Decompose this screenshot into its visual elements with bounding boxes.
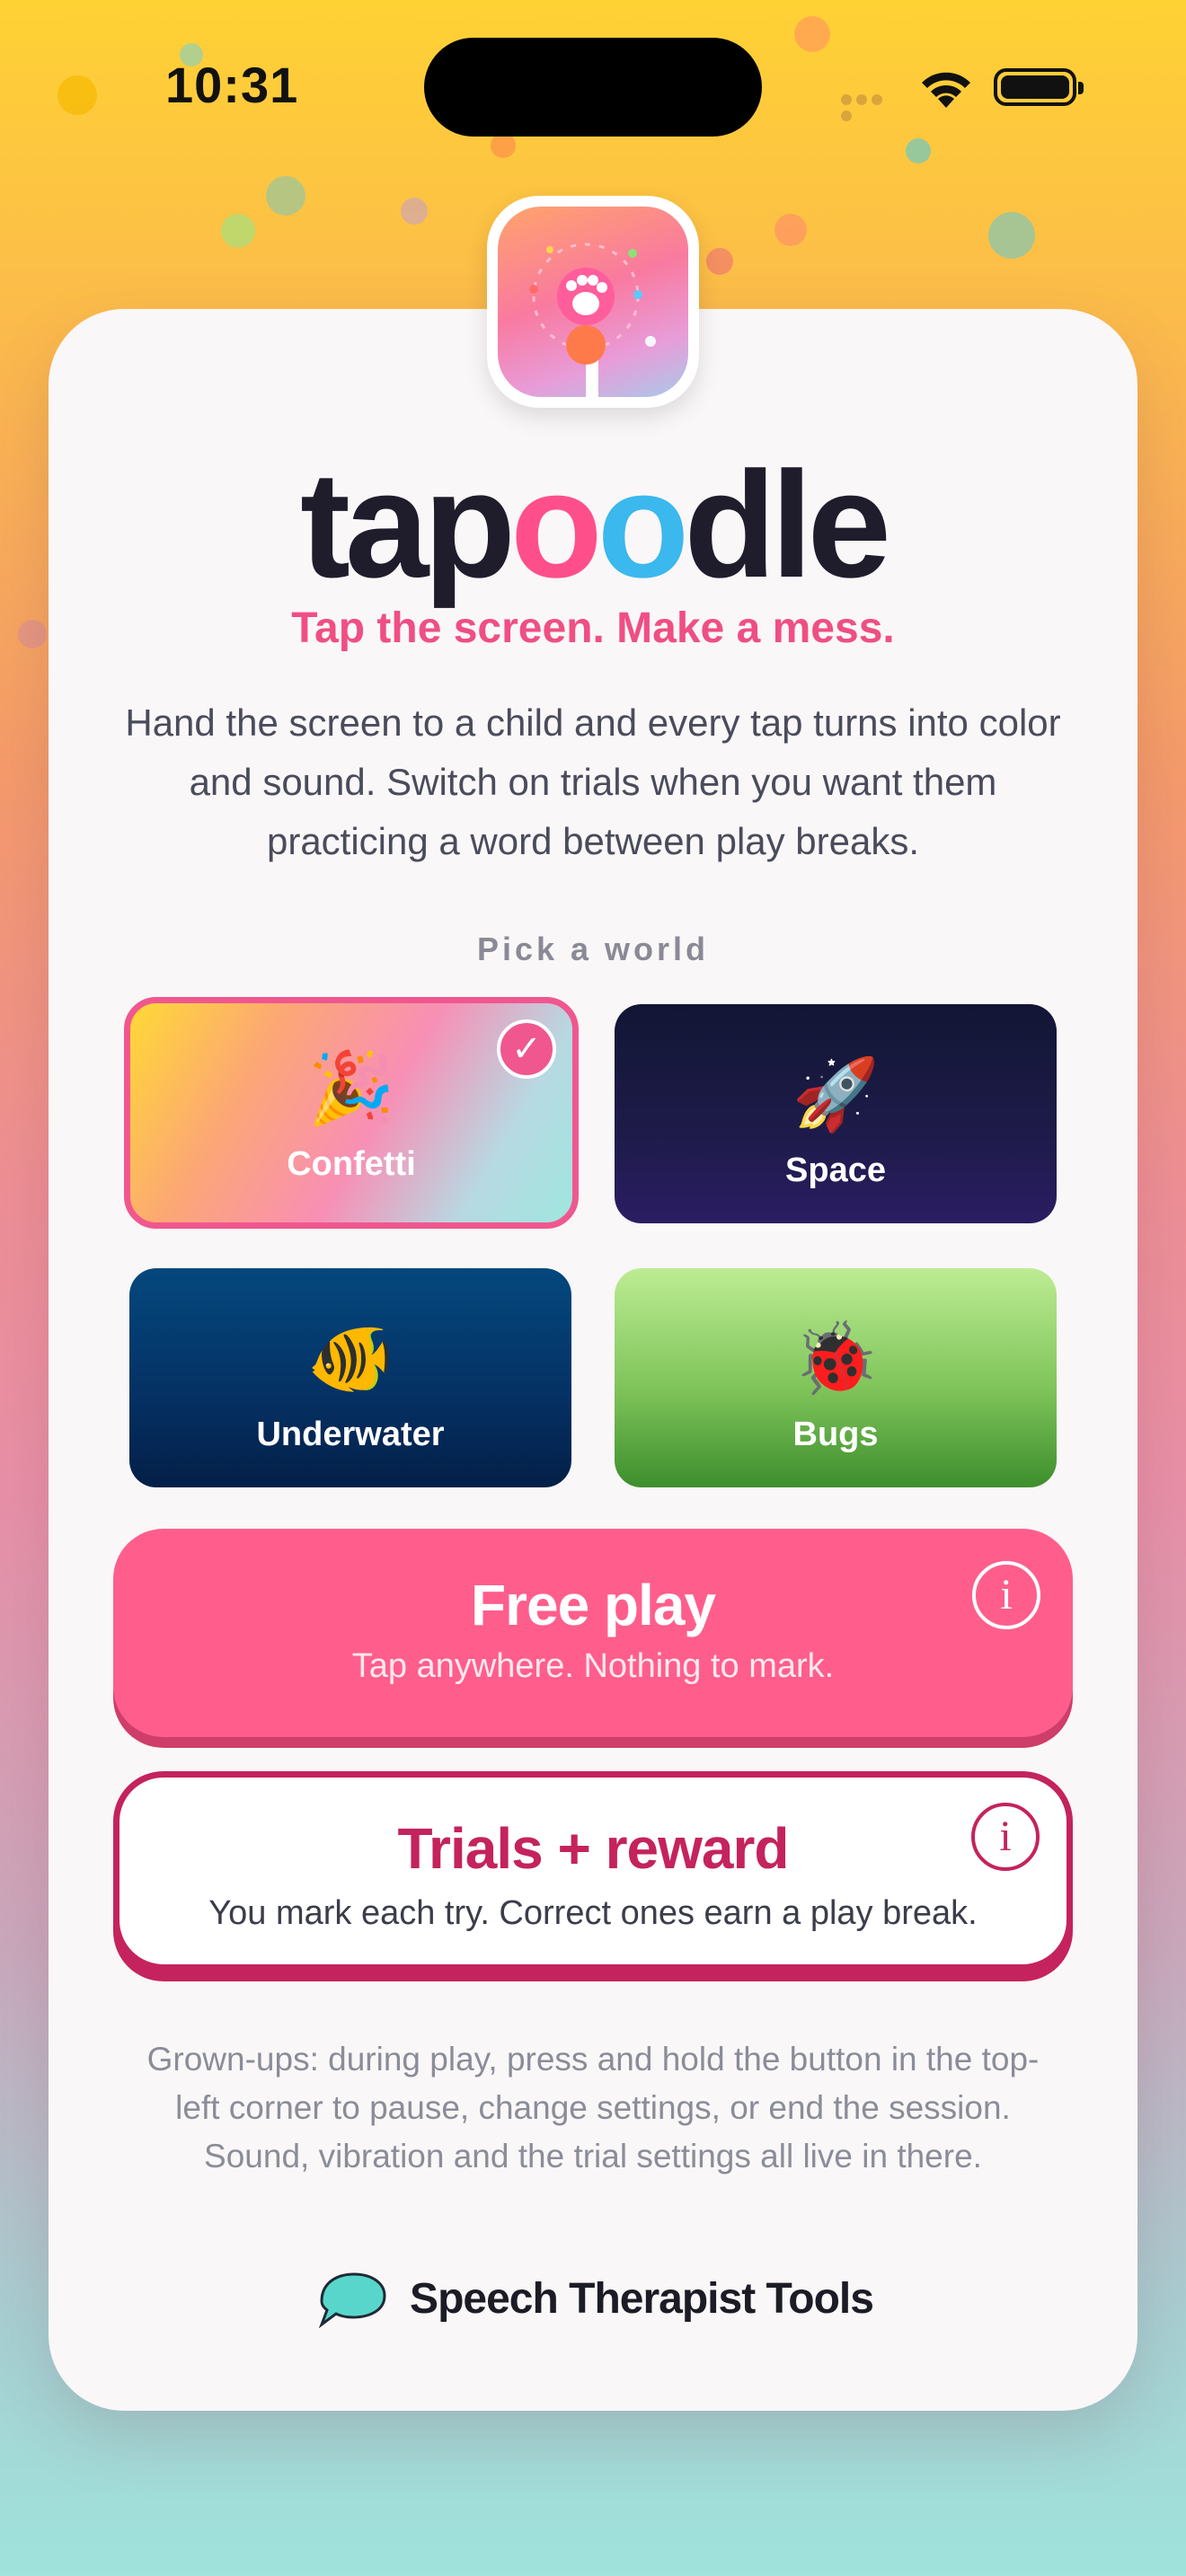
dynamic-island xyxy=(424,38,762,137)
wordmark-pink-o: o xyxy=(510,440,603,609)
world-label: Bugs xyxy=(792,1416,879,1453)
cellular-signal-icon xyxy=(841,93,900,121)
confetti-dot xyxy=(774,214,807,246)
world-label: Confetti xyxy=(287,1145,416,1183)
wordmark-part: dle xyxy=(684,440,891,609)
trials-subtitle: You mark each try. Correct ones earn a p… xyxy=(208,1894,978,1932)
confetti-dot xyxy=(221,214,255,248)
trials-title: Trials + reward xyxy=(397,1816,789,1881)
wifi-icon xyxy=(918,66,974,110)
free-play-title: Free play xyxy=(470,1573,716,1637)
confetti-dot xyxy=(266,176,305,216)
battery-icon xyxy=(994,68,1084,106)
pick-world-label: Pick a world xyxy=(476,931,710,967)
paw-icon xyxy=(529,243,656,397)
confetti-dot xyxy=(706,248,733,275)
ladybug-icon: 🐞 xyxy=(792,1319,880,1399)
world-space[interactable]: 🚀 Space xyxy=(615,1004,1057,1223)
world-label: Underwater xyxy=(256,1416,445,1453)
free-play-button[interactable]: Free play Tap anywhere. Nothing to mark.… xyxy=(113,1529,1073,1737)
brand-footer[interactable]: Speech Therapist Tools xyxy=(0,2269,1186,2328)
confetti-dot xyxy=(988,212,1035,259)
confetti-dot xyxy=(58,75,97,115)
confetti-dot xyxy=(906,138,931,163)
app-icon xyxy=(487,196,699,408)
intro-text: Hand the screen to a child and every tap… xyxy=(125,701,1061,862)
selected-check-icon: ✓ xyxy=(497,1019,556,1079)
world-underwater[interactable]: 🐠 Underwater xyxy=(129,1268,571,1487)
info-icon[interactable]: i xyxy=(972,1561,1040,1629)
brand-name: Speech Therapist Tools xyxy=(410,2274,874,2323)
free-play-subtitle: Tap anywhere. Nothing to mark. xyxy=(351,1647,835,1685)
rocket-icon: 🚀 xyxy=(792,1054,880,1135)
world-bugs[interactable]: 🐞 Bugs xyxy=(615,1268,1057,1487)
world-confetti[interactable]: 🎉 Confetti ✓ xyxy=(124,997,579,1229)
fish-icon: 🐠 xyxy=(306,1319,394,1399)
confetti-dot xyxy=(794,16,830,52)
confetti-dot xyxy=(401,198,428,225)
world-label: Space xyxy=(785,1151,886,1189)
wordmark-blue-o: o xyxy=(597,440,690,609)
confetti-dot xyxy=(491,133,516,158)
tagline: Tap the screen. Make a mess. xyxy=(291,604,895,652)
speech-bubble-icon xyxy=(318,2272,386,2328)
wordmark-part: tap xyxy=(300,440,516,609)
app-wordmark: tapoodle xyxy=(0,449,1186,600)
status-time: 10:31 xyxy=(165,57,299,113)
grown-ups-note: Grown-ups: during play, press and hold t… xyxy=(146,2041,1040,2175)
trials-reward-button[interactable]: Trials + reward You mark each try. Corre… xyxy=(113,1771,1073,1971)
info-icon[interactable]: i xyxy=(971,1803,1040,1871)
